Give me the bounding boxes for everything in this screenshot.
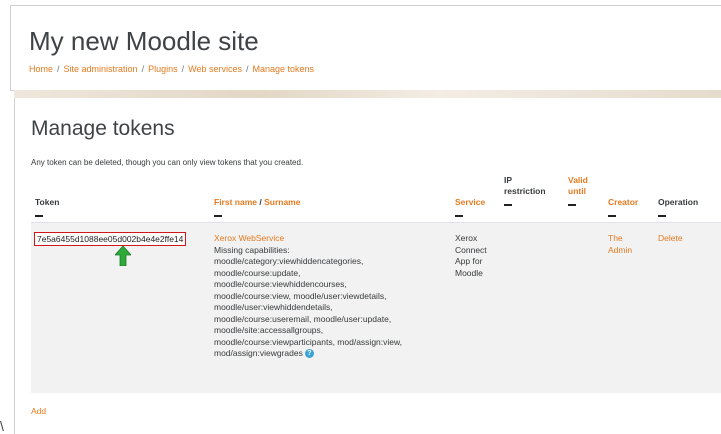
table-header: Token First name / Surname Service IP re… [31,171,721,223]
table-row: 7e5a6455d1088ee05d002b4e4e2ffe14 Xerox W… [31,223,721,393]
token-value: 7e5a6455d1088ee05d002b4e4e2ffe14 [34,232,187,246]
sort-dash-icon [504,204,512,206]
header-first-name[interactable]: First name [214,197,257,207]
missing-capabilities-line: moodle/course:update, [214,267,301,278]
service-line: App for [455,256,483,266]
creator-line: The [608,233,623,243]
missing-capabilities-line: moodle/course:view, moodle/user:viewdeta… [214,290,387,301]
breadcrumb-plugins[interactable]: Plugins [148,64,178,74]
missing-capabilities-line: moodle/course:viewparticipants, mod/assi… [214,336,403,347]
tokens-table: Token First name / Surname Service IP re… [31,171,721,393]
service-cell: Xerox Connect App for Moodle [455,233,500,279]
breadcrumb-site-administration[interactable]: Site administration [64,64,138,74]
add-token-link[interactable]: Add [31,406,46,416]
header-creator[interactable]: Creator [608,197,638,217]
missing-capabilities-line: mod/assign:viewgrades [214,348,303,358]
service-line: Xerox [455,233,478,243]
breadcrumb-web-services[interactable]: Web services [188,64,242,74]
header-operation: Operation [658,197,698,217]
header-creator-label: Creator [608,197,639,207]
missing-capabilities-line: moodle/site:accessallgroups, [214,325,324,335]
site-title: My new Moodle site [29,26,259,56]
creator-link[interactable]: The Admin [608,233,648,256]
main-content: Manage tokens Any token can be deleted, … [14,98,721,434]
delete-link[interactable]: Delete [658,233,683,245]
sort-dash-icon [35,215,43,217]
missing-capabilities-line: moodle/user:viewhiddendetails, [214,302,333,312]
green-up-arrow-icon [115,246,131,266]
intro-text: Any token can be deleted, though you can… [31,158,304,167]
breadcrumb-manage-tokens[interactable]: Manage tokens [253,64,315,74]
user-cell: Xerox WebService Missing capabilities: m… [214,233,449,360]
sort-dash-icon [214,215,222,217]
page-heading: Manage tokens [31,117,175,140]
missing-capabilities-line: Missing capabilities: [214,244,290,255]
user-link[interactable]: Xerox WebService [214,233,449,245]
missing-capabilities-last-line: mod/assign:viewgrades? [214,348,449,360]
breadcrumb-home[interactable]: Home [29,64,53,74]
service-line: Moodle [455,267,483,278]
header-ip-restriction-label: IP restriction [504,175,546,196]
missing-capabilities-line: moodle/course:useremail, moodle/user:upd… [214,313,392,324]
edge-glyph: \ [0,418,4,434]
header-service-label: Service [455,197,486,207]
header-token-label: Token [35,197,60,207]
sort-dash-icon [658,215,666,217]
service-line: Connect [455,244,487,255]
sort-dash-icon [608,215,616,217]
header-token[interactable]: Token [35,197,59,217]
header-ip-restriction[interactable]: IP restriction [504,175,554,206]
missing-capabilities-line: moodle/category:viewhiddencategories, [214,256,364,266]
header-name: First name / Surname [214,197,300,217]
breadcrumb: Home / Site administration / Plugins / Web ser… [29,64,315,74]
creator-line: Admin [608,244,633,255]
missing-capabilities-line: moodle/course:viewhiddencourses, [214,279,347,289]
header-surname[interactable]: Surname [264,197,300,207]
help-circle-icon[interactable]: ? [304,349,314,359]
header-operation-label: Operation [658,197,699,207]
header-valid-until-label: Valid until [568,175,588,196]
header-service[interactable]: Service [455,197,485,217]
sort-dash-icon [568,204,576,206]
header-valid-until[interactable]: Valid until [568,175,596,206]
header-image-band [14,90,721,98]
sort-dash-icon [455,215,463,217]
page-header: My new Moodle site Home / Site administrat… [10,5,721,91]
